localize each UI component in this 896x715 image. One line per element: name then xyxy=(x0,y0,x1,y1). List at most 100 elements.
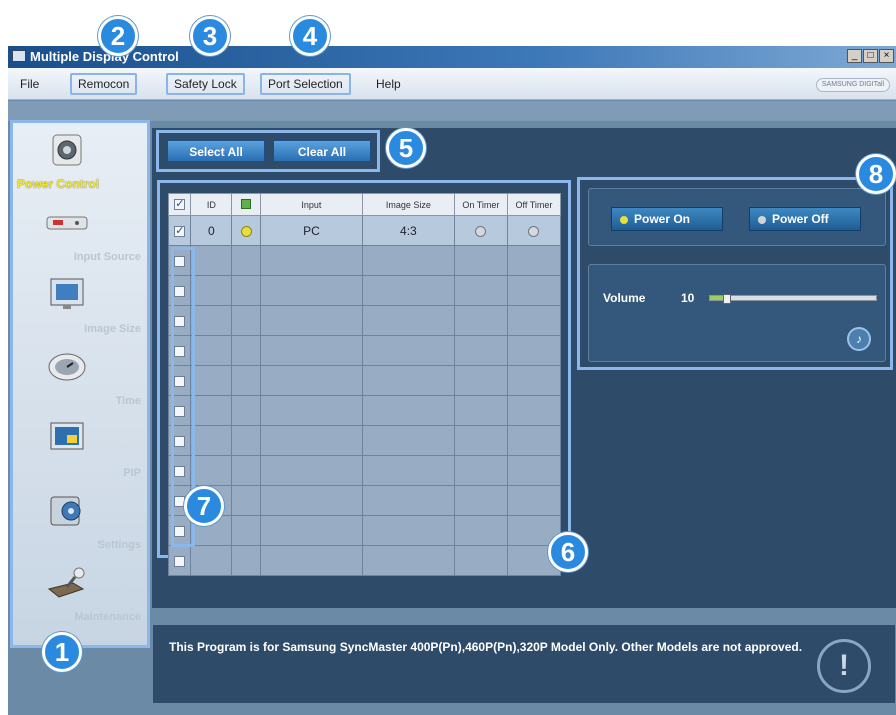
header-input: Input xyxy=(259,193,363,216)
volume-label: Volume xyxy=(603,291,646,305)
table-cell xyxy=(259,545,363,576)
table-cell xyxy=(231,335,261,366)
power-off-label: Power Off xyxy=(772,212,829,226)
table-cell xyxy=(231,275,261,306)
display-grid: ID Input Image Size On Timer Off Timer 0… xyxy=(167,193,562,576)
toolbar-strip xyxy=(8,101,896,121)
table-cell xyxy=(259,425,363,456)
sidebar-item-settings[interactable]: Settings xyxy=(13,487,147,555)
power-on-label: Power On xyxy=(634,212,691,226)
menu-file[interactable]: File xyxy=(14,73,45,95)
table-cell xyxy=(361,395,455,426)
power-on-led-icon xyxy=(620,215,628,224)
callout-3: 3 xyxy=(190,16,230,56)
selection-buttons: Select All Clear All xyxy=(156,130,380,172)
table-cell xyxy=(259,365,363,396)
sidebar-item-maintenance[interactable]: Maintenance xyxy=(13,559,147,627)
sidebar-item-image-size[interactable]: Image Size xyxy=(13,271,147,339)
clear-all-button[interactable]: Clear All xyxy=(273,140,371,162)
menu-remocon[interactable]: Remocon xyxy=(70,73,138,95)
row-id: 0 xyxy=(190,215,233,246)
table-cell xyxy=(259,245,363,276)
table-cell xyxy=(361,275,455,306)
table-cell xyxy=(190,395,233,426)
screenshot-root: Multiple Display Control _ □ × File Remo… xyxy=(0,0,896,715)
sidebar-item-label: Maintenance xyxy=(74,611,141,623)
sidebar-item-label: Power Control xyxy=(17,177,100,191)
table-row[interactable] xyxy=(167,275,562,306)
table-cell xyxy=(361,515,455,546)
table-cell xyxy=(231,425,261,456)
table-cell xyxy=(190,425,233,456)
table-row[interactable] xyxy=(167,245,562,276)
table-cell xyxy=(506,485,562,516)
table-cell xyxy=(231,395,261,426)
table-cell xyxy=(453,335,508,366)
table-row[interactable] xyxy=(167,305,562,336)
sidebar-item-input-source[interactable]: Input Source xyxy=(13,199,147,267)
table-cell xyxy=(453,425,508,456)
table-row[interactable] xyxy=(167,455,562,486)
header-checkbox[interactable] xyxy=(167,193,192,216)
sidebar-item-label: Time xyxy=(115,395,141,407)
table-cell xyxy=(361,365,455,396)
grid-header-row: ID Input Image Size On Timer Off Timer xyxy=(167,193,562,216)
menu-port-selection[interactable]: Port Selection xyxy=(260,73,351,95)
table-cell xyxy=(506,425,562,456)
table-cell xyxy=(259,335,363,366)
table-cell xyxy=(190,335,233,366)
table-cell xyxy=(231,515,261,546)
sidebar-item-power-control[interactable]: Power Control xyxy=(13,127,147,195)
table-row[interactable] xyxy=(167,515,562,546)
samsung-logo: SAMSUNG DIGITall xyxy=(816,78,890,92)
volume-slider[interactable] xyxy=(709,294,877,304)
table-row[interactable] xyxy=(167,545,562,576)
table-cell xyxy=(231,365,261,396)
table-row[interactable]: 0 PC4:3 xyxy=(167,215,562,246)
callout-5: 5 xyxy=(386,128,426,168)
volume-box: Volume 10 ♪ xyxy=(588,264,886,362)
input-source-icon xyxy=(46,216,88,230)
sidebar-item-label: PIP xyxy=(123,467,141,479)
callout-2: 2 xyxy=(98,16,138,56)
table-row[interactable] xyxy=(167,395,562,426)
sidebar-item-time[interactable]: Time xyxy=(13,343,147,411)
table-row[interactable] xyxy=(167,365,562,396)
close-button[interactable]: × xyxy=(879,49,894,63)
volume-value: 10 xyxy=(681,291,695,305)
select-all-checkbox[interactable] xyxy=(174,197,186,211)
header-id: ID xyxy=(190,193,233,216)
table-cell xyxy=(361,455,455,486)
speaker-icon[interactable]: ♪ xyxy=(847,327,871,351)
select-all-button[interactable]: Select All xyxy=(167,140,265,162)
sidebar-item-pip[interactable]: PIP xyxy=(13,415,147,483)
menu-safety-lock[interactable]: Safety Lock xyxy=(166,73,245,95)
callout-1: 1 xyxy=(42,632,82,672)
table-row[interactable] xyxy=(167,425,562,456)
power-off-button[interactable]: Power Off xyxy=(749,207,861,231)
maintenance-icon xyxy=(47,567,85,598)
table-cell xyxy=(506,245,562,276)
table-cell xyxy=(231,485,261,516)
volume-slider-thumb[interactable] xyxy=(722,294,731,304)
table-row[interactable] xyxy=(167,335,562,366)
row-checkbox[interactable] xyxy=(174,224,186,237)
row-checkbox[interactable] xyxy=(174,555,186,567)
minimize-button[interactable]: _ xyxy=(847,49,862,63)
table-cell xyxy=(231,305,261,336)
table-cell xyxy=(453,395,508,426)
header-off-timer: Off Timer xyxy=(506,193,562,216)
power-control-icon xyxy=(52,134,82,166)
table-row[interactable] xyxy=(167,485,562,516)
maximize-button[interactable]: □ xyxy=(863,49,878,63)
table-cell xyxy=(453,545,508,576)
table-cell xyxy=(190,545,233,576)
callout-6: 6 xyxy=(548,532,588,572)
menu-help[interactable]: Help xyxy=(370,73,407,95)
warning-icon: ! xyxy=(817,639,871,693)
table-cell xyxy=(506,365,562,396)
title-bar[interactable]: Multiple Display Control _ □ × xyxy=(8,46,896,68)
row-checkbox[interactable] xyxy=(167,545,192,576)
row-checkbox[interactable] xyxy=(167,215,192,246)
power-on-button[interactable]: Power On xyxy=(611,207,723,231)
